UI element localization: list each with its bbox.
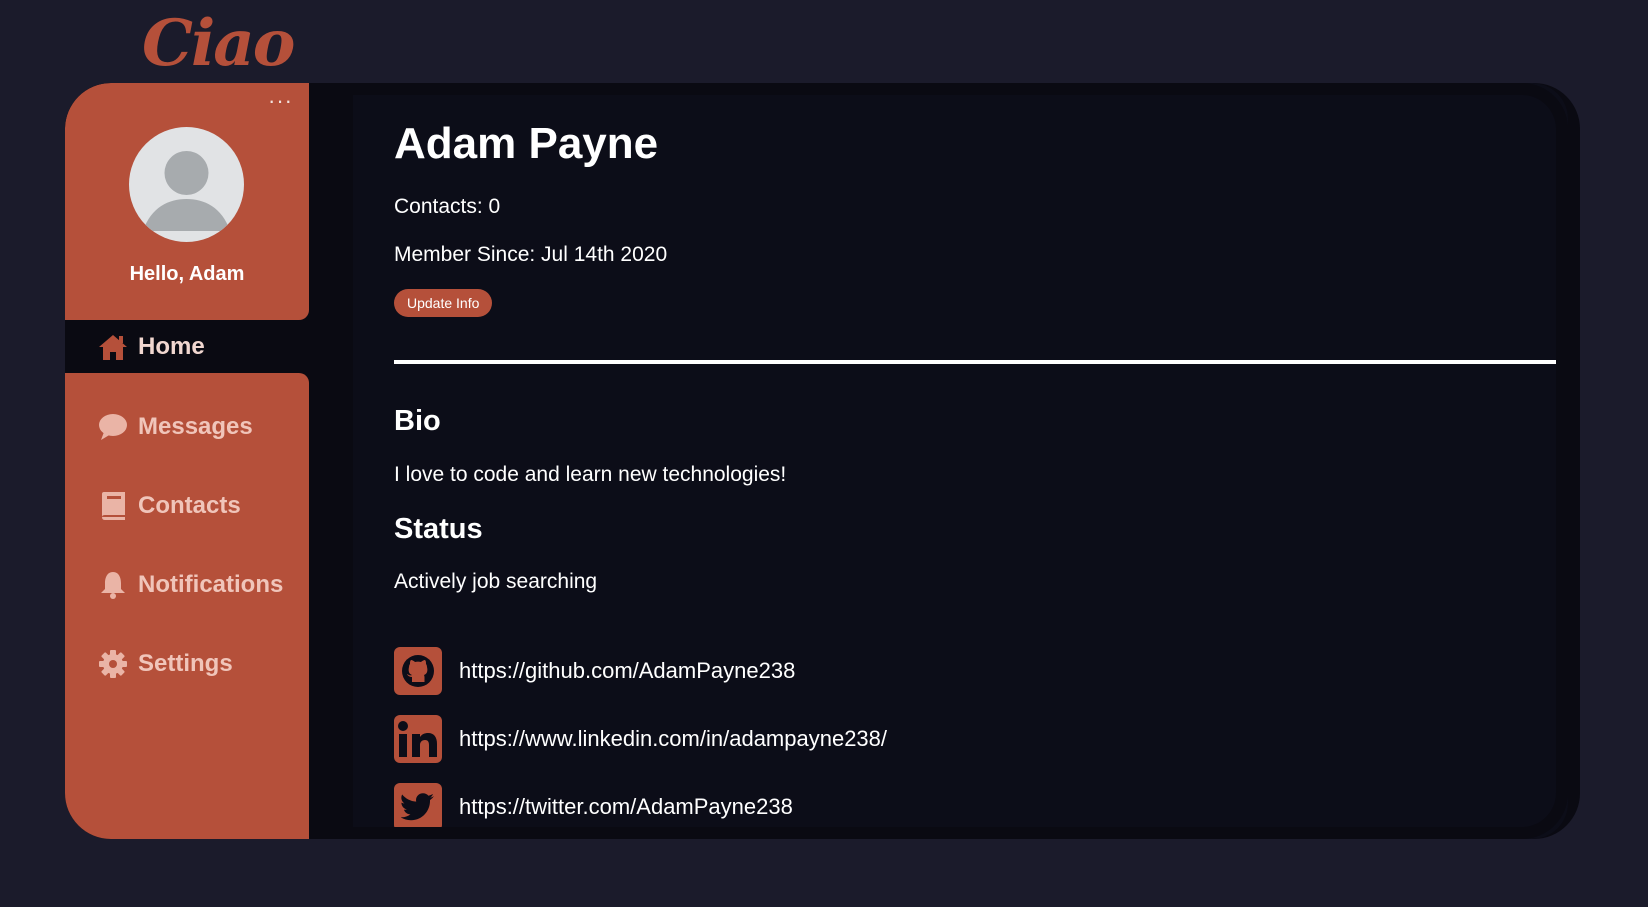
bell-icon	[98, 570, 128, 600]
sidebar-nav: Messages Contacts Notifications Settings	[65, 373, 309, 839]
twitter-url-link[interactable]: https://twitter.com/AdamPayne238	[459, 794, 793, 820]
contacts-count: Contacts: 0	[394, 195, 501, 218]
profile-main-panel: Adam Payne Contacts: 0 Member Since: Jul…	[353, 83, 1568, 839]
gear-icon	[98, 649, 128, 679]
bio-text: I love to code and learn new technologie…	[394, 463, 787, 486]
sidebar-item-label: Messages	[138, 413, 253, 440]
sidebar-item-notifications[interactable]: Notifications	[65, 560, 309, 610]
sidebar-item-home[interactable]: Home	[65, 320, 309, 373]
social-link-linkedin: https://www.linkedin.com/in/adampayne238…	[394, 715, 887, 763]
sidebar-item-label: Settings	[138, 650, 233, 677]
update-info-button[interactable]: Update Info	[394, 289, 493, 317]
status-text: Actively job searching	[394, 570, 598, 593]
greeting-text: Hello, Adam	[129, 263, 245, 285]
more-options-icon[interactable]: ···	[268, 90, 293, 112]
member-since: Member Since: Jul 14th 2020	[394, 243, 668, 266]
avatar	[129, 127, 244, 242]
sidebar-item-messages[interactable]: Messages	[65, 402, 309, 452]
sidebar-item-label: Notifications	[138, 571, 284, 598]
book-icon	[98, 491, 128, 521]
linkedin-url-link[interactable]: https://www.linkedin.com/in/adampayne238…	[459, 726, 887, 752]
app-logo[interactable]: Ciao	[142, 6, 295, 82]
sidebar-item-contacts[interactable]: Contacts	[65, 481, 309, 531]
profile-card: ··· Hello, Adam	[65, 83, 309, 320]
twitter-icon[interactable]	[394, 783, 442, 831]
sidebar-item-settings[interactable]: Settings	[65, 639, 309, 689]
social-link-github: https://github.com/AdamPayne238	[394, 647, 795, 695]
app-window: ··· Hello, Adam Home Messages Contacts N…	[65, 83, 1580, 839]
chat-bubble-icon	[98, 412, 128, 442]
profile-name: Adam Payne	[394, 119, 659, 168]
sidebar-item-label: Contacts	[138, 492, 241, 519]
home-icon	[98, 332, 128, 362]
sidebar: ··· Hello, Adam Home Messages Contacts N…	[65, 83, 309, 839]
bio-heading: Bio	[394, 405, 441, 437]
github-url-link[interactable]: https://github.com/AdamPayne238	[459, 658, 795, 684]
status-heading: Status	[394, 513, 483, 545]
divider	[394, 360, 1566, 364]
linkedin-icon[interactable]	[394, 715, 442, 763]
sidebar-item-label: Home	[138, 332, 205, 360]
github-icon[interactable]	[394, 647, 442, 695]
social-link-twitter: https://twitter.com/AdamPayne238	[394, 783, 793, 831]
